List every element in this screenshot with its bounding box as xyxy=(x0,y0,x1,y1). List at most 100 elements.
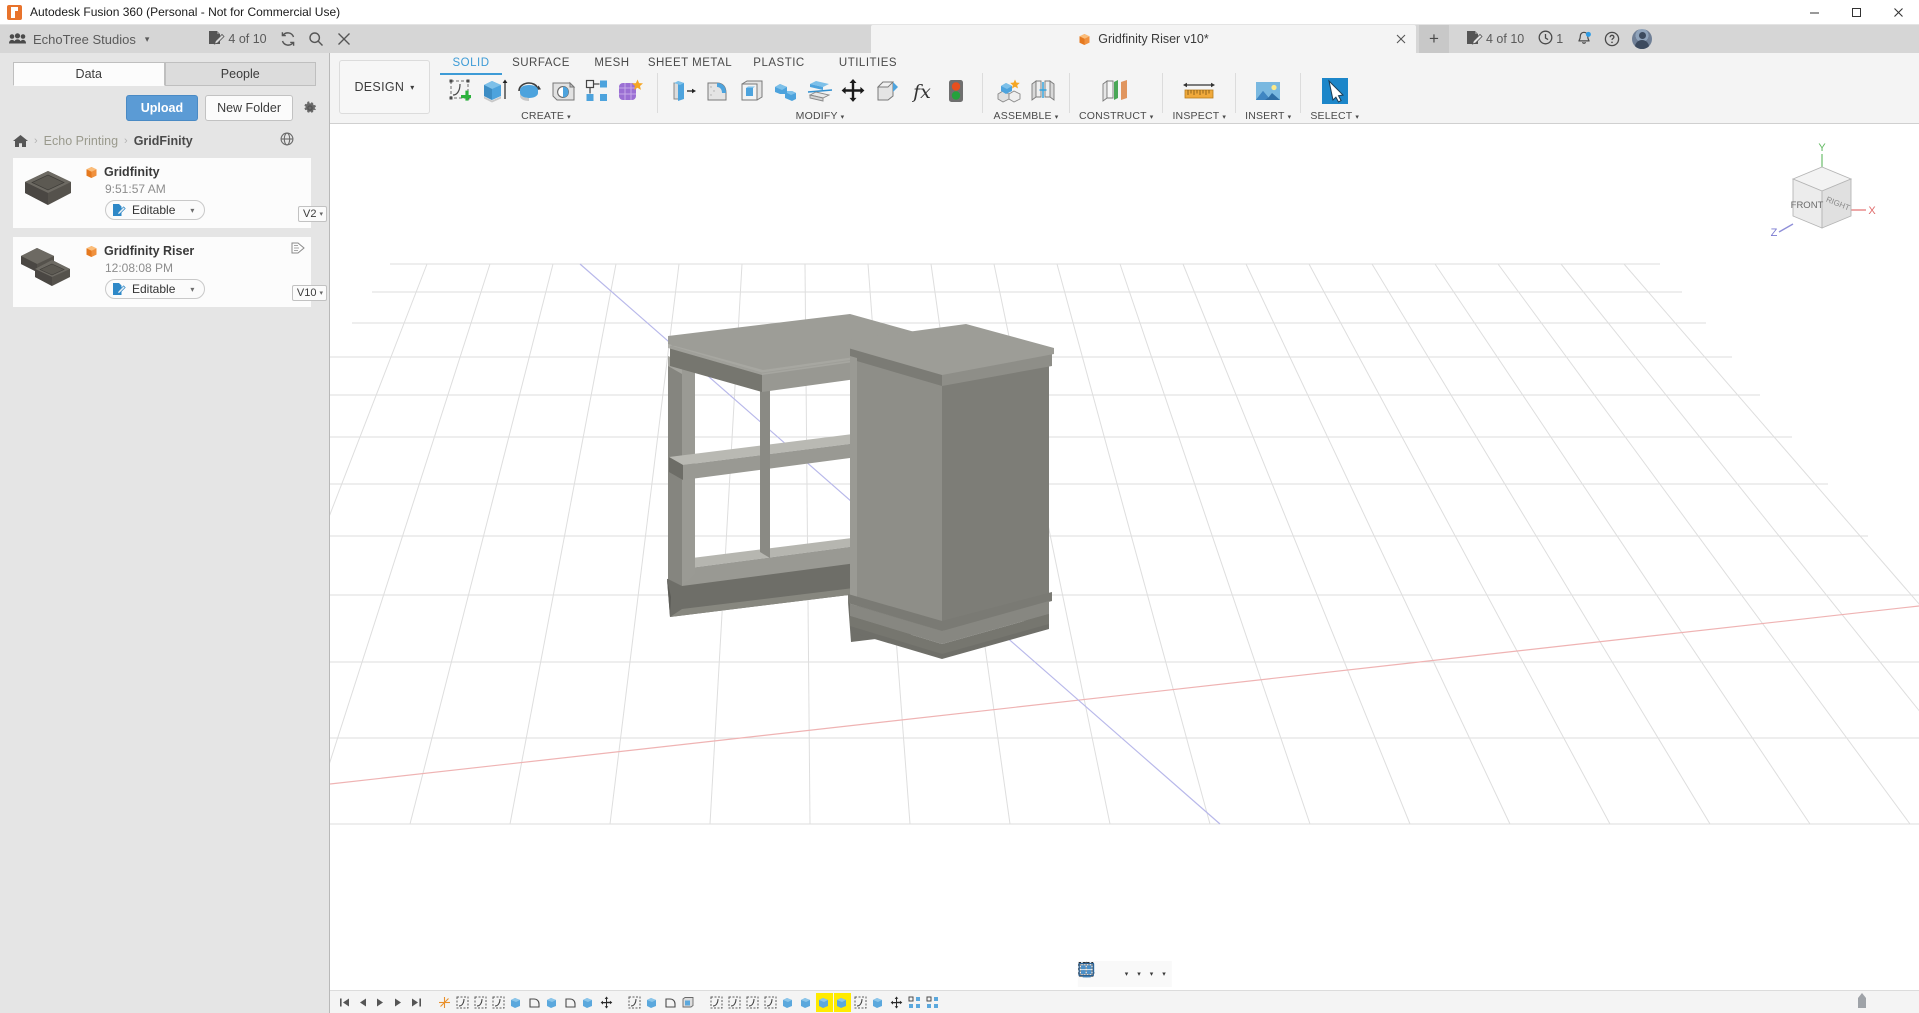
timeline-node-extrude[interactable] xyxy=(644,993,661,1012)
timeline-node-extrude[interactable] xyxy=(870,993,887,1012)
revolve-icon[interactable] xyxy=(512,73,546,109)
timeline-node-sketch[interactable] xyxy=(744,993,761,1012)
close-button[interactable] xyxy=(1877,0,1919,25)
ribbon-group-label-construct[interactable]: CONSTRUCT ▾ xyxy=(1079,110,1153,122)
timeline[interactable] xyxy=(330,990,1919,1013)
create-form-icon[interactable] xyxy=(614,73,648,109)
compute-all-icon[interactable] xyxy=(939,73,973,109)
select-icon[interactable] xyxy=(1313,73,1357,109)
timeline-node-sketch[interactable] xyxy=(852,993,869,1012)
timeline-node-sketch[interactable] xyxy=(490,993,507,1012)
timeline-node-sketch[interactable] xyxy=(626,993,643,1012)
timeline-node-pattern[interactable] xyxy=(906,993,923,1012)
timeline-node-extrude[interactable] xyxy=(580,993,597,1012)
list-item[interactable]: Gridfinity 9:51:57 AM Editable ▾ V2 ▾ xyxy=(13,158,327,228)
timeline-node-pattern[interactable] xyxy=(924,993,941,1012)
measure-icon[interactable] xyxy=(1176,73,1222,109)
fillet-icon[interactable] xyxy=(701,73,735,109)
timeline-node-extrude[interactable] xyxy=(798,993,815,1012)
insert-mcmaster-icon[interactable] xyxy=(1246,73,1290,109)
new-folder-button[interactable]: New Folder xyxy=(205,95,293,121)
change-parameters-icon[interactable]: fx xyxy=(905,73,939,109)
timeline-node-extrude-selected[interactable] xyxy=(834,992,851,1012)
timeline-node-sketch[interactable] xyxy=(472,993,489,1012)
timeline-node-sketch[interactable] xyxy=(726,993,743,1012)
new-tab-button[interactable]: + xyxy=(1419,25,1449,53)
viewports-icon[interactable] xyxy=(1078,962,1160,986)
fit-view-icon[interactable] xyxy=(1078,961,1102,986)
rectangular-pattern-icon[interactable] xyxy=(580,73,614,109)
list-item[interactable]: Gridfinity Riser 12:08:08 PM Editable ▾ xyxy=(13,237,327,307)
file-status-dropdown[interactable]: Editable ▾ xyxy=(105,200,206,220)
chevron-down-icon[interactable]: ▾ xyxy=(1162,970,1166,978)
shell-icon[interactable] xyxy=(735,73,769,109)
ribbon-group-label-modify[interactable]: MODIFY ▾ xyxy=(796,110,845,122)
timeline-node-origin[interactable] xyxy=(436,993,453,1012)
offset-plane-icon[interactable] xyxy=(1094,73,1138,109)
align-icon[interactable] xyxy=(871,73,905,109)
team-dropdown-caret[interactable]: ▾ xyxy=(145,34,150,45)
timeline-end-marker[interactable] xyxy=(1855,991,1869,1012)
step-back-icon[interactable] xyxy=(354,993,371,1012)
timeline-node-fillet[interactable] xyxy=(562,993,579,1012)
play-icon[interactable] xyxy=(372,993,389,1012)
home-icon[interactable] xyxy=(13,134,28,148)
team-name[interactable]: EchoTree Studios xyxy=(33,32,136,47)
timeline-node-shell[interactable] xyxy=(680,993,697,1012)
step-forward-icon[interactable] xyxy=(390,993,407,1012)
move-copy-icon[interactable] xyxy=(837,73,871,109)
minimize-button[interactable] xyxy=(1793,0,1835,25)
ribbon-group-label-assemble[interactable]: ASSEMBLE ▾ xyxy=(994,110,1059,122)
tab-people[interactable]: People xyxy=(164,62,316,86)
hole-icon[interactable] xyxy=(546,73,580,109)
timeline-node-extrude-selected[interactable] xyxy=(816,992,833,1012)
timeline-node-extrude[interactable] xyxy=(508,993,525,1012)
settings-gear-icon[interactable] xyxy=(300,98,320,118)
recent-activity-indicator[interactable]: 1 xyxy=(1531,25,1570,53)
maximize-button[interactable] xyxy=(1835,0,1877,25)
user-avatar[interactable] xyxy=(1632,29,1653,49)
display-settings-icon[interactable] xyxy=(1078,962,1135,986)
close-tab-icon[interactable] xyxy=(1396,32,1406,47)
timeline-node-sketch[interactable] xyxy=(762,993,779,1012)
timeline-node-sketch[interactable] xyxy=(454,993,471,1012)
press-pull-icon[interactable] xyxy=(667,73,701,109)
zoom-window-icon[interactable] xyxy=(1077,962,1123,986)
timeline-node-sketch[interactable] xyxy=(708,993,725,1012)
version-dropdown[interactable]: V10 ▾ xyxy=(291,285,327,301)
app-grid-icon[interactable] xyxy=(8,33,26,45)
job-status-indicator[interactable]: 4 of 10 xyxy=(201,25,273,53)
combine-icon[interactable] xyxy=(769,73,803,109)
ribbon-group-label-inspect[interactable]: INSPECT ▾ xyxy=(1172,110,1226,122)
extrude-icon[interactable] xyxy=(478,73,512,109)
jump-end-icon[interactable] xyxy=(408,993,425,1012)
upload-button[interactable]: Upload xyxy=(125,95,199,121)
chevron-down-icon[interactable]: ▾ xyxy=(1137,970,1141,978)
chevron-down-icon[interactable]: ▾ xyxy=(1150,970,1154,978)
version-dropdown[interactable]: V2 ▾ xyxy=(298,206,327,222)
new-component-icon[interactable] xyxy=(992,73,1026,109)
globe-icon[interactable] xyxy=(280,132,294,149)
ribbon-group-label-insert[interactable]: INSERT ▾ xyxy=(1245,110,1291,122)
timeline-node-move[interactable] xyxy=(598,993,615,1012)
file-status-dropdown[interactable]: Editable ▾ xyxy=(105,279,206,299)
timeline-node-extrude[interactable] xyxy=(780,993,797,1012)
zoom-icon[interactable] xyxy=(1078,962,1116,986)
ribbon-group-label-select[interactable]: SELECT ▾ xyxy=(1310,110,1359,122)
refresh-icon[interactable] xyxy=(274,25,302,53)
timeline-node-fillet[interactable] xyxy=(526,993,543,1012)
split-body-icon[interactable] xyxy=(803,73,837,109)
pan-icon[interactable] xyxy=(1079,962,1109,986)
jump-start-icon[interactable] xyxy=(336,993,353,1012)
search-icon[interactable] xyxy=(302,25,330,53)
notifications-icon[interactable] xyxy=(1570,25,1598,53)
timeline-node-move[interactable] xyxy=(888,993,905,1012)
3d-viewport[interactable]: Y X Z FRONT RIGHT ▾ ▾ ▾ ▾ ▾ xyxy=(330,124,1919,1013)
view-cube[interactable]: Y X Z FRONT RIGHT xyxy=(1767,140,1877,250)
workspace-switcher[interactable]: DESIGN ▾ xyxy=(339,60,430,114)
help-icon[interactable] xyxy=(1598,25,1626,53)
grid-snaps-icon[interactable] xyxy=(1078,962,1148,986)
tab-data[interactable]: Data xyxy=(13,62,165,86)
job-status-indicator-right[interactable]: 4 of 10 xyxy=(1459,25,1531,53)
breadcrumb-item-echo-printing[interactable]: Echo Printing xyxy=(44,134,118,148)
